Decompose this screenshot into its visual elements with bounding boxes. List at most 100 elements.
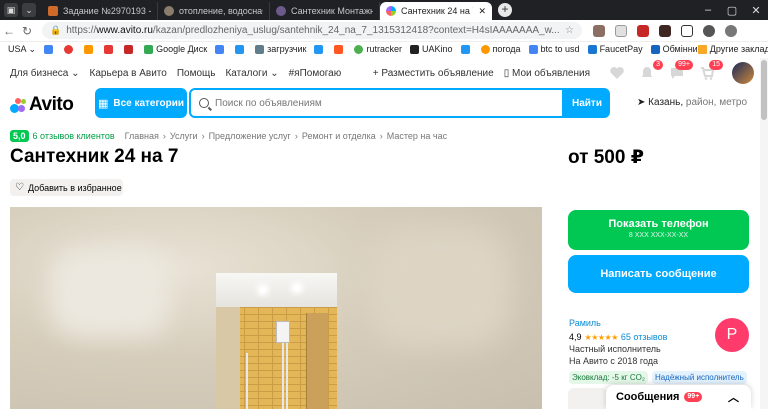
client-reviews-link[interactable]: 6 отзывов клиентов	[33, 131, 115, 141]
gallery-blur-backdrop	[50, 247, 170, 337]
eco-contribution-badge[interactable]: Эковклад: -5 кг CO₂	[569, 371, 648, 384]
breadcrumb-handyman[interactable]: Мастер на час	[387, 131, 447, 141]
favorites-heart-icon[interactable]	[609, 65, 625, 81]
bookmark-item[interactable]: btc to usd	[528, 44, 580, 54]
extension-icon[interactable]	[615, 24, 627, 37]
search-input[interactable]: Поиск по объявлениям	[189, 88, 564, 118]
extension-icon[interactable]	[681, 24, 693, 37]
back-icon[interactable]: ←	[0, 24, 18, 38]
bookmark-item[interactable]	[84, 44, 96, 54]
close-window-icon[interactable]: ✕	[744, 4, 768, 17]
bookmark-item[interactable]	[124, 44, 136, 54]
bookmark-item[interactable]	[235, 44, 247, 54]
reload-icon[interactable]: ↻	[18, 24, 36, 38]
messages-panel-toggle[interactable]: Сообщения 99+ ︿	[606, 385, 751, 409]
bookmark-favicon-icon	[235, 44, 245, 54]
bookmark-item[interactable]: Google Диск	[144, 44, 207, 54]
location-arrow-icon: ➤	[637, 97, 646, 108]
bookmark-item[interactable]: Обмінни	[650, 44, 698, 54]
avito-logo[interactable]: Avito	[10, 94, 74, 116]
bookmark-item[interactable]: USA ⌄	[8, 44, 36, 55]
bookmark-item[interactable]: погода	[480, 44, 521, 54]
user-avatar[interactable]	[732, 62, 754, 84]
seller-reviews-link[interactable]: 65 отзывов	[621, 332, 668, 342]
bookmark-item[interactable]	[44, 44, 56, 54]
bookmark-favicon-icon	[64, 44, 74, 54]
breadcrumb-repair[interactable]: Ремонт и отделка	[302, 131, 376, 141]
cart-icon[interactable]: 15	[699, 60, 723, 81]
post-ad-link[interactable]: + Разместить объявление	[373, 68, 494, 79]
browser-tab-active[interactable]: Сантехник 24 на 7 (131 ✕	[380, 2, 492, 20]
phone-masked: 8 XXX XXX-XX-XX	[628, 232, 689, 239]
browser-tab-1[interactable]: Задание №2970193 - про	[42, 2, 158, 20]
browser-menu-icon[interactable]: ▣	[4, 3, 18, 17]
bookmark-label: загрузчик	[267, 44, 307, 54]
nav-help[interactable]: Помощь	[177, 68, 216, 79]
browser-tab-3[interactable]: Сантехник Монтажник (	[270, 2, 380, 20]
bookmark-favicon-icon	[334, 44, 344, 54]
chevron-down-icon: ⌄	[270, 67, 279, 79]
chevron-down-icon: ⌄	[28, 43, 37, 54]
listing-photo[interactable]	[216, 273, 337, 409]
bookmark-item[interactable]	[64, 44, 76, 54]
bookmark-label: USA	[8, 44, 27, 54]
extension-icon[interactable]	[637, 24, 649, 37]
minimize-icon[interactable]: –	[696, 4, 720, 16]
close-tab-icon[interactable]: ✕	[478, 6, 486, 17]
nav-catalogs[interactable]: Каталоги ⌄	[225, 68, 278, 79]
extension-icon[interactable]	[593, 24, 605, 37]
weather-icon	[480, 44, 490, 54]
location-selector[interactable]: ➤ Казань, район, метро	[637, 97, 747, 108]
new-tab-button[interactable]: +	[498, 3, 512, 17]
extensions-puzzle-icon[interactable]	[703, 24, 715, 37]
gallery-blur-backdrop	[370, 227, 510, 347]
nav-career[interactable]: Карьера в Авито	[90, 68, 167, 79]
info-card	[568, 388, 608, 409]
all-categories-button[interactable]: ▦ Все категории	[95, 88, 187, 118]
breadcrumb-separator: ›	[379, 131, 383, 141]
breadcrumb-home[interactable]: Главная	[125, 131, 159, 141]
my-ads-link[interactable]: ▯ Мои объявления	[504, 68, 590, 79]
search-placeholder: Поиск по объявлениям	[215, 97, 322, 109]
browser-tab-bar: ▣ ⌄ Задание №2970193 - про отопление, во…	[0, 0, 768, 20]
scrollbar-thumb[interactable]	[761, 60, 767, 120]
bookmark-item[interactable]	[460, 44, 473, 54]
show-phone-button[interactable]: Показать телефон 8 XXX XXX-XX-XX	[568, 210, 749, 250]
bookmark-label: Обмінни	[662, 44, 698, 54]
reliable-seller-badge[interactable]: Надёжный исполнитель	[651, 371, 747, 384]
browser-tab-2[interactable]: отопление, водоснабжен	[158, 2, 270, 20]
bookmark-item[interactable]: rutracker	[354, 44, 402, 54]
bookmark-item[interactable]	[314, 44, 326, 54]
nav-for-business[interactable]: Для бизнеса ⌄	[10, 68, 80, 79]
listing-gallery[interactable]	[10, 207, 542, 409]
bookmark-item[interactable]	[104, 44, 116, 54]
bookmark-star-icon[interactable]: ☆	[565, 25, 574, 36]
profile-icon[interactable]	[725, 24, 737, 37]
extension-icon[interactable]	[659, 24, 671, 37]
bookmark-item[interactable]: FaucetPay	[587, 44, 643, 54]
seller-avatar[interactable]: P	[715, 318, 749, 352]
lock-icon: 🔒	[50, 25, 62, 35]
address-bar[interactable]: 🔒 https://www.avito.ru/kazan/predlozheni…	[42, 22, 582, 39]
breadcrumb-service-offers[interactable]: Предложение услуг	[209, 131, 291, 141]
bookmark-item[interactable]: UAKino	[409, 44, 453, 54]
write-message-button[interactable]: Написать сообщение	[568, 255, 749, 293]
other-bookmarks[interactable]: Другие закладки	[697, 44, 768, 54]
photo-ceiling	[216, 273, 337, 307]
breadcrumb-separator: ›	[201, 131, 205, 141]
tab-list-chevron-icon[interactable]: ⌄	[22, 3, 36, 17]
notifications-bell-icon[interactable]: 3	[639, 60, 663, 81]
breadcrumb-services[interactable]: Услуги	[170, 131, 198, 141]
messages-chat-icon[interactable]: 99+	[669, 60, 693, 81]
bookmark-item[interactable]	[215, 44, 227, 54]
page-scrollbar[interactable]	[760, 58, 768, 409]
breadcrumb: 5,0 6 отзывов клиентов Главная › Услуги › …	[10, 130, 447, 142]
bookmark-item[interactable]	[334, 44, 346, 54]
photo-lamp	[294, 285, 300, 291]
bookmark-favicon-icon	[650, 44, 660, 54]
add-to-favorites-button[interactable]: ♡ Добавить в избранное	[10, 179, 123, 196]
bookmark-item[interactable]: загрузчик	[255, 44, 306, 54]
nav-hashtag[interactable]: #яПомогаю	[289, 68, 342, 79]
find-button[interactable]: Найти	[564, 88, 610, 118]
maximize-icon[interactable]: ▢	[720, 4, 744, 17]
